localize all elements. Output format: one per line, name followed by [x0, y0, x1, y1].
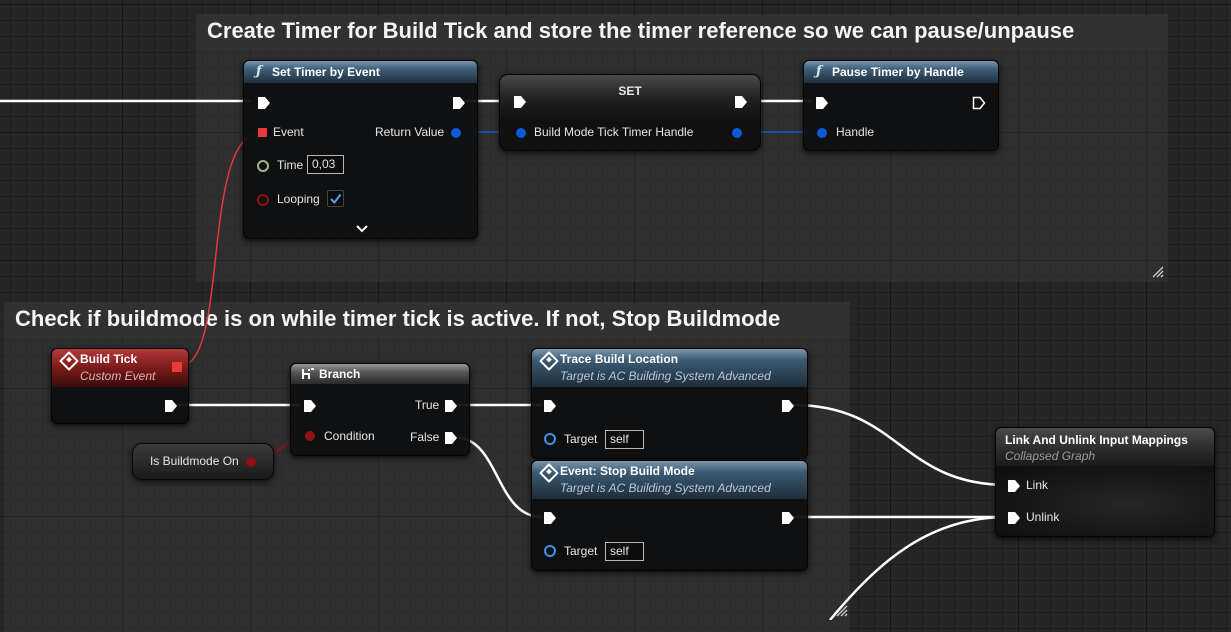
target-input[interactable]: self: [605, 430, 644, 449]
comment-title-timer[interactable]: Create Timer for Build Tick and store th…: [196, 14, 1168, 50]
node-subtitle: Target is AC Building System Advanced: [560, 481, 771, 495]
branch-icon: [302, 368, 314, 379]
node-title: Set Timer by Event: [272, 65, 380, 79]
target-pin[interactable]: [544, 433, 556, 445]
handle-pin-label: Handle: [836, 125, 875, 139]
timer-handle-label: Build Mode Tick Timer Handle: [534, 125, 694, 139]
expand-chevron-icon[interactable]: [355, 221, 369, 233]
resize-grip-icon[interactable]: [1152, 266, 1164, 278]
timer-handle-out-pin[interactable]: [732, 128, 742, 138]
false-label: False: [410, 430, 440, 444]
bool-out-pin[interactable]: [246, 457, 256, 467]
event-icon: [539, 351, 559, 371]
set-node-title: SET: [618, 84, 642, 98]
node-header[interactable]: Build Tick Custom Event: [52, 349, 188, 387]
node-subtitle: Collapsed Graph: [1005, 449, 1096, 463]
node-subtitle: Target is AC Building System Advanced: [560, 369, 771, 383]
return-value-pin[interactable]: [451, 128, 461, 138]
condition-label: Condition: [324, 429, 375, 443]
node-header[interactable]: Event: Stop Build Mode Target is AC Buil…: [532, 461, 807, 499]
node-title: Build Tick: [80, 352, 138, 366]
node-title: Branch: [319, 367, 361, 381]
node-header[interactable]: Link And Unlink Input Mappings Collapsed…: [996, 428, 1214, 466]
node-title: Pause Timer by Handle: [832, 65, 964, 79]
handle-pin[interactable]: [817, 128, 827, 138]
unlink-label: Unlink: [1026, 510, 1060, 524]
delegate-out-pin[interactable]: [172, 362, 182, 372]
check-icon: [330, 193, 342, 205]
node-title: Trace Build Location: [560, 352, 679, 366]
target-label: Target: [564, 432, 598, 446]
node-branch[interactable]: Branch True Condition False: [290, 363, 470, 456]
looping-checkbox[interactable]: [327, 190, 344, 207]
looping-pin[interactable]: [257, 194, 269, 206]
true-label: True: [415, 398, 440, 412]
condition-pin[interactable]: [305, 431, 315, 441]
node-subtitle: Custom Event: [80, 369, 156, 383]
collapsed-graph-body: [996, 466, 1214, 536]
node-set-variable[interactable]: SET Build Mode Tick Timer Handle: [499, 74, 761, 151]
target-label: Target: [564, 544, 598, 558]
timer-handle-in-pin[interactable]: [516, 128, 526, 138]
function-icon: ƒ: [256, 64, 262, 79]
event-icon: [59, 351, 79, 371]
time-input[interactable]: 0,03: [307, 155, 344, 174]
node-link-unlink-input-mappings[interactable]: Link And Unlink Input Mappings Collapsed…: [995, 427, 1215, 537]
variable-label: Is Buildmode On: [150, 454, 239, 468]
return-value-label: Return Value: [375, 125, 445, 139]
comment-title-check[interactable]: Check if buildmode is on while timer tic…: [4, 302, 850, 338]
event-icon: [539, 463, 559, 483]
time-pin-label: Time: [277, 158, 304, 172]
node-header[interactable]: Trace Build Location Target is AC Buildi…: [532, 349, 807, 387]
event-pin-label: Event: [273, 125, 304, 139]
function-icon: ƒ: [816, 64, 822, 79]
node-header[interactable]: ƒ Pause Timer by Handle: [804, 61, 998, 83]
link-label: Link: [1026, 478, 1049, 492]
resize-grip-icon[interactable]: [836, 604, 848, 617]
node-set-timer-by-event[interactable]: ƒ Set Timer by Event Event Return Value …: [243, 60, 478, 239]
node-header[interactable]: Branch: [291, 364, 469, 384]
looping-pin-label: Looping: [277, 192, 320, 206]
node-title: Link And Unlink Input Mappings: [1005, 433, 1188, 447]
node-pause-timer-by-handle[interactable]: ƒ Pause Timer by Handle Handle: [803, 60, 999, 151]
node-trace-build-location[interactable]: Trace Build Location Target is AC Buildi…: [531, 348, 808, 459]
time-pin[interactable]: [257, 160, 269, 172]
node-header[interactable]: ƒ Set Timer by Event: [244, 61, 477, 83]
node-title: Event: Stop Build Mode: [560, 464, 695, 478]
target-input[interactable]: self: [605, 542, 644, 561]
node-stop-build-mode[interactable]: Event: Stop Build Mode Target is AC Buil…: [531, 460, 808, 571]
target-pin[interactable]: [544, 545, 556, 557]
node-build-tick-event[interactable]: Build Tick Custom Event: [51, 348, 189, 424]
node-is-buildmode-on[interactable]: Is Buildmode On: [132, 443, 274, 480]
event-delegate-pin[interactable]: [258, 128, 267, 137]
